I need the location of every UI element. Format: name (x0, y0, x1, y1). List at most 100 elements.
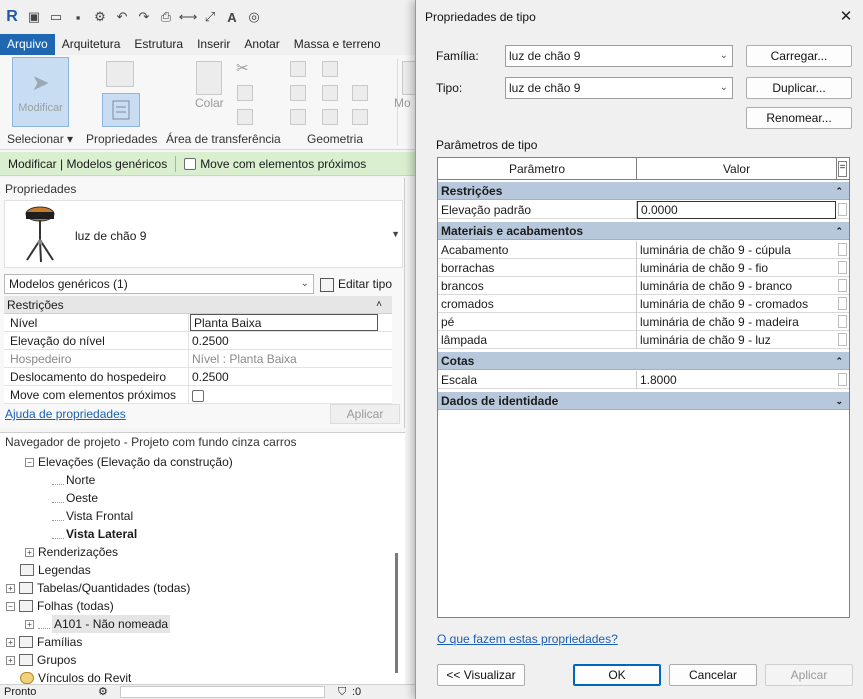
move-with-nearby-checkbox[interactable] (192, 389, 204, 402)
expand-icon[interactable]: + (6, 655, 15, 665)
property-row[interactable]: Nível Planta Baixa (4, 314, 392, 332)
tree-item[interactable]: + Tabelas/Quantidades (todas) (6, 579, 190, 597)
paint-icon[interactable] (322, 109, 338, 125)
undo-icon[interactable]: ↶ (114, 9, 130, 25)
parameter-row[interactable]: Escala 1.8000 (438, 371, 849, 389)
collapse-icon[interactable]: ⌃ (835, 182, 843, 200)
match-icon[interactable] (237, 109, 253, 125)
modify-button[interactable]: ➤ Modificar (12, 57, 69, 127)
tree-item[interactable]: − Folhas (todas) (6, 597, 114, 615)
parameter-row[interactable]: borrachas luminária de chão 9 - fio (438, 259, 849, 277)
preview-button[interactable]: << Visualizar (437, 664, 525, 686)
redo-icon[interactable]: ↷ (136, 9, 152, 25)
parameter-row[interactable]: cromados luminária de chão 9 - cromados (438, 295, 849, 313)
family-select[interactable]: luz de chão 9 ⌄ (505, 45, 733, 67)
copy-icon[interactable] (237, 85, 253, 101)
associate-parameter-button[interactable] (838, 243, 847, 256)
filter-icon[interactable]: ⛉ (338, 685, 346, 699)
type-select[interactable]: luz de chão 9 ⌄ (505, 77, 733, 99)
parameter-value[interactable]: luminária de chão 9 - cromados (637, 295, 837, 313)
property-row[interactable]: Deslocamento do hospedeiro 0.2500 (4, 368, 392, 386)
property-row[interactable]: Move com elementos próximos (4, 386, 392, 404)
tree-item[interactable]: − Elevações (Elevação da construção) (25, 453, 233, 471)
apply-button[interactable]: Aplicar (330, 404, 400, 424)
split-face-icon[interactable] (290, 109, 306, 125)
cut-icon[interactable]: ✂ (236, 59, 249, 77)
modify-tools-icon[interactable] (402, 61, 416, 95)
tree-item[interactable]: + A101 - Não nomeada (25, 615, 171, 633)
open-icon[interactable]: ▭ (48, 9, 64, 25)
property-value[interactable]: 0.2500 (189, 368, 392, 385)
property-value[interactable] (189, 386, 392, 403)
parameter-row[interactable]: Acabamento luminária de chão 9 - cúpula (438, 241, 849, 259)
properties-button[interactable] (102, 93, 140, 127)
parameter-value[interactable]: luminária de chão 9 - branco (637, 277, 837, 295)
group-constraints[interactable]: Restrições ⌃ (438, 182, 849, 200)
associate-parameter-button[interactable] (838, 279, 847, 292)
type-dropdown-icon[interactable]: ▼ (391, 229, 400, 239)
collapse-icon[interactable]: ⌃ (835, 222, 843, 240)
properties-help-link[interactable]: Ajuda de propriedades (5, 407, 126, 421)
rename-button[interactable]: Renomear... (746, 107, 852, 129)
save-icon[interactable]: ▪ (70, 9, 86, 25)
tab-architecture[interactable]: Arquitetura (55, 34, 128, 55)
parameter-value[interactable]: luminária de chão 9 - luz (637, 331, 837, 349)
associate-parameter-button[interactable] (838, 203, 847, 216)
tab-structure[interactable]: Estrutura (127, 34, 190, 55)
tab-insert[interactable]: Inserir (190, 34, 237, 55)
expand-icon[interactable]: ⌄ (835, 392, 843, 410)
collapse-icon[interactable]: ⌃ (835, 352, 843, 370)
associate-parameter-button[interactable] (838, 297, 847, 310)
cope-icon[interactable] (290, 61, 306, 77)
parameter-value[interactable]: luminária de chão 9 - fio (637, 259, 837, 277)
parameter-value[interactable]: luminária de chão 9 - cúpula (637, 241, 837, 259)
associate-parameter-button[interactable] (838, 315, 847, 328)
print-icon[interactable]: ⎙ (158, 9, 174, 25)
revit-logo-icon[interactable]: R (4, 8, 20, 25)
constraints-header[interactable]: Restrições ˄ (4, 296, 392, 314)
hammer-icon[interactable] (352, 109, 368, 125)
select-group-label[interactable]: Selecionar ▾ (7, 132, 73, 146)
tree-item[interactable]: Vista Frontal (52, 507, 133, 525)
apply-button[interactable]: Aplicar (765, 664, 853, 686)
cancel-button[interactable]: Cancelar (669, 664, 757, 686)
tree-item[interactable]: Legendas (20, 561, 91, 579)
demolish-icon[interactable] (352, 85, 368, 101)
text-icon[interactable]: A (224, 9, 240, 25)
tab-massing[interactable]: Massa e terreno (287, 34, 388, 55)
wall-join-icon[interactable] (322, 85, 338, 101)
collapse-icon[interactable]: − (25, 457, 34, 467)
property-row[interactable]: Elevação do nível 0.2500 (4, 332, 392, 350)
type-selector[interactable]: luz de chão 9 ▼ (4, 200, 403, 268)
tree-item[interactable]: + Renderizações (25, 543, 118, 561)
tree-item[interactable]: Vista Lateral (52, 525, 137, 543)
level-field[interactable]: Planta Baixa (190, 314, 378, 331)
group-identity-data[interactable]: Dados de identidade ⌄ (438, 392, 849, 410)
measure-icon[interactable]: ⟷ (179, 9, 198, 25)
parameter-value[interactable]: luminária de chão 9 - madeira (637, 313, 837, 331)
cut-geometry-icon[interactable] (290, 85, 306, 101)
parameter-row[interactable]: brancos luminária de chão 9 - branco (438, 277, 849, 295)
ok-button[interactable]: OK (573, 664, 661, 686)
default-elevation-field[interactable]: 0.0000 (637, 201, 836, 219)
property-value[interactable]: 0.2500 (189, 332, 392, 349)
expand-icon[interactable]: + (6, 637, 15, 647)
group-materials[interactable]: Materiais e acabamentos ⌃ (438, 222, 849, 240)
tree-item[interactable]: Oeste (52, 489, 98, 507)
tab-file[interactable]: Arquivo (0, 34, 55, 55)
sync-icon[interactable]: ⚙ (92, 9, 108, 25)
associate-parameter-button[interactable] (838, 373, 847, 386)
parameter-row[interactable]: pé luminária de chão 9 - madeira (438, 313, 849, 331)
tree-item[interactable]: Norte (52, 471, 95, 489)
home-icon[interactable]: ▣ (26, 9, 42, 25)
browser-scrollbar[interactable] (395, 553, 398, 673)
tree-item[interactable]: + Famílias (6, 633, 82, 651)
expand-icon[interactable]: + (6, 583, 15, 593)
edit-type-button[interactable]: Editar tipo (320, 274, 392, 294)
collapse-icon[interactable]: − (6, 601, 15, 611)
load-button[interactable]: Carregar... (746, 45, 852, 67)
tab-annotate[interactable]: Anotar (237, 34, 286, 55)
close-icon[interactable]: ✕ (835, 6, 857, 28)
tree-item[interactable]: + Grupos (6, 651, 76, 669)
move-with-checkbox[interactable] (184, 157, 197, 170)
